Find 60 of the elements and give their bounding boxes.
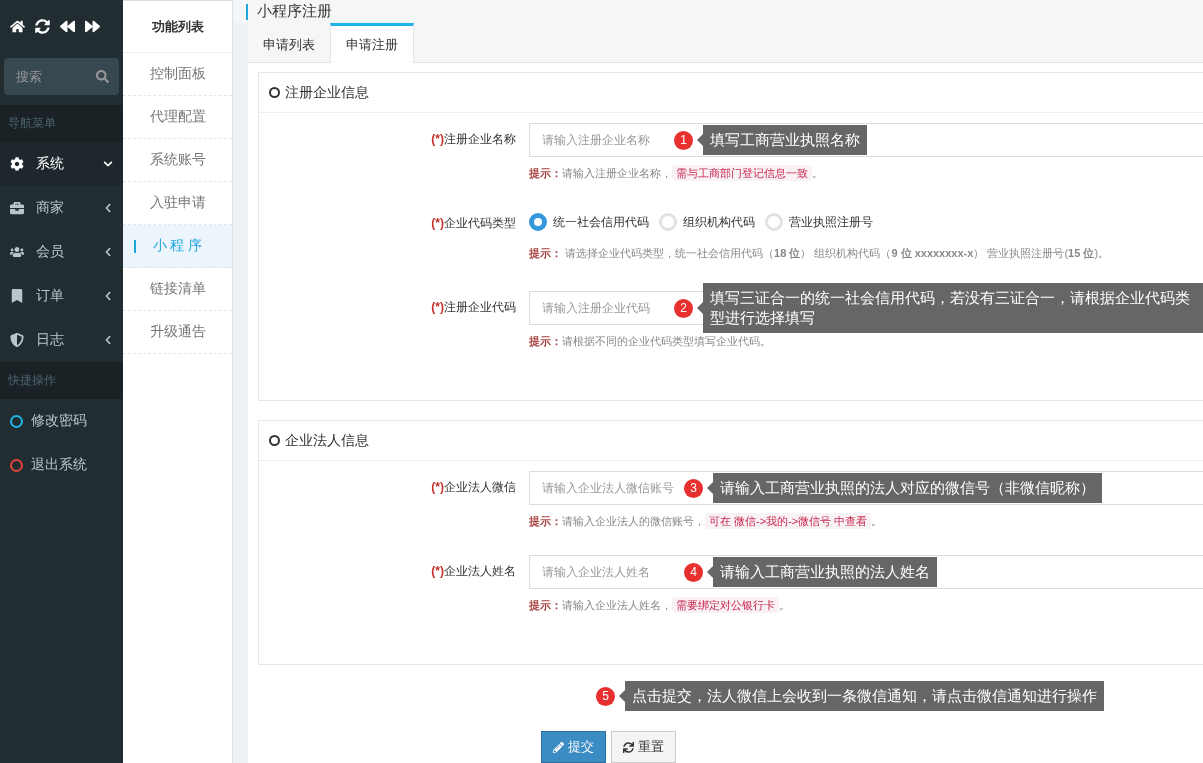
chevron-down-icon <box>103 159 113 169</box>
hint-text: 提示：请根据不同的企业代码类型填写企业代码。 <box>529 334 772 349</box>
submit-button[interactable]: 提交 <box>541 731 606 763</box>
pencil-icon <box>553 741 564 753</box>
circle-icon <box>269 87 280 98</box>
nav-item[interactable]: 会员 <box>0 230 123 274</box>
step-number: 5 <box>596 686 615 706</box>
shortcut-item[interactable]: 退出系统 <box>0 443 123 487</box>
field-label: (*)企业法人微信 <box>430 479 517 496</box>
radio-option[interactable]: 营业执照注册号 <box>765 213 873 231</box>
circle-icon <box>269 435 280 446</box>
function-item[interactable]: 链接清单 <box>123 268 232 311</box>
callout-text: 请输入工商营业执照的法人对应的微信号（非微信昵称） <box>713 473 1102 503</box>
field-label: (*)注册企业代码 <box>430 299 517 316</box>
nav-item[interactable]: 商家 <box>0 186 123 230</box>
shield-icon <box>10 333 24 347</box>
briefcase-icon <box>10 201 24 215</box>
users-icon <box>10 245 24 259</box>
gear-icon <box>10 157 24 171</box>
callout-text: 请输入工商营业执照的法人姓名 <box>713 557 937 587</box>
chevron-left-icon <box>103 291 113 301</box>
forward-icon[interactable] <box>85 18 100 34</box>
hint-text: 提示： 请选择企业代码类型，统一社会信用代码（18 位） 组织机构代码（9 位 xxxxxxxx-x） 营业执照注册号(15 位)。 <box>529 246 1111 261</box>
refresh-icon <box>623 741 634 753</box>
radio-option[interactable]: 组织机构代码 <box>659 213 755 231</box>
section-title: 企业法人信息 <box>285 431 369 450</box>
tab[interactable]: 申请注册 <box>330 23 414 63</box>
function-list-title: 功能列表 <box>123 1 232 53</box>
field-label: (*)企业法人姓名 <box>430 563 517 580</box>
reset-button[interactable]: 重置 <box>611 731 676 763</box>
function-item[interactable]: 控制面板 <box>123 53 232 96</box>
backward-icon[interactable] <box>60 18 75 34</box>
bookmark-icon <box>10 289 24 303</box>
shortcut-item[interactable]: 修改密码 <box>0 399 123 443</box>
menu-heading: 快捷操作 <box>0 362 123 399</box>
search-field[interactable]: 搜索 <box>4 58 119 95</box>
search-icon[interactable] <box>96 70 109 83</box>
function-item[interactable]: 系统账号 <box>123 139 232 182</box>
page-title: 小程序注册 <box>257 2 332 21</box>
nav-item[interactable]: 订单 <box>0 274 123 318</box>
chevron-left-icon <box>103 247 113 257</box>
tab[interactable]: 申请列表 <box>248 23 330 63</box>
radio-button[interactable] <box>529 213 547 231</box>
field-label: (*)企业代码类型 <box>430 215 517 232</box>
section-title: 注册企业信息 <box>285 83 369 102</box>
nav-item[interactable]: 日志 <box>0 318 123 362</box>
home-icon[interactable] <box>10 18 25 34</box>
hint-text: 提示：请输入企业法人姓名， 需要绑定对公银行卡 。 <box>529 598 791 613</box>
function-item[interactable]: 代理配置 <box>123 96 232 139</box>
callout-text: 填写工商营业执照名称 <box>703 125 867 155</box>
function-item[interactable]: 升级通告 <box>123 311 232 354</box>
chevron-left-icon <box>103 335 113 345</box>
menu-heading: 导航菜单 <box>0 105 123 142</box>
chevron-left-icon <box>103 203 113 213</box>
field-label: (*)注册企业名称 <box>430 131 517 148</box>
radio-option[interactable]: 统一社会信用代码 <box>529 213 649 231</box>
callout-text: 点击提交，法人微信上会收到一条微信通知，请点击微信通知进行操作 <box>625 681 1104 711</box>
callout-text: 填写三证合一的统一社会信用代码，若没有三证合一，请根据企业代码类型进行选择填写 <box>703 283 1203 333</box>
refresh-icon[interactable] <box>35 18 50 34</box>
nav-item[interactable]: 系统 <box>0 142 123 186</box>
